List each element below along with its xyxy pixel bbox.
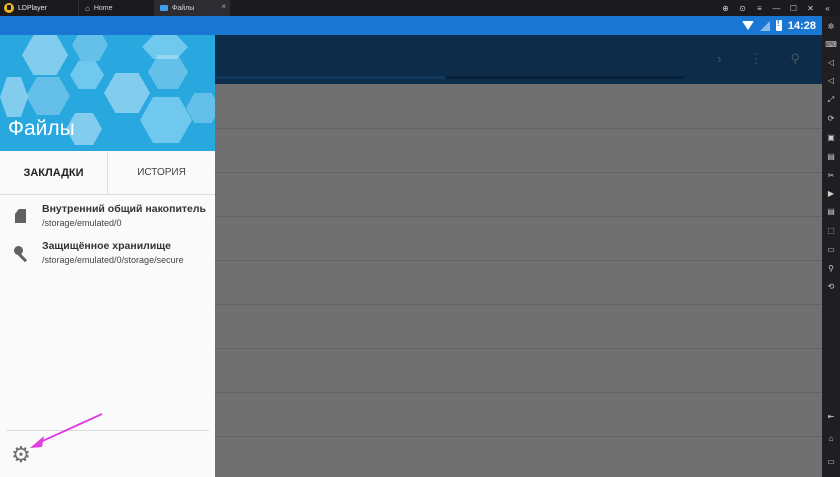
keyboard-icon[interactable]: ⌨ [825,40,837,50]
gamepad-icon[interactable]: ⊕ [717,4,734,13]
navigation-drawer: Файлы ЗАКЛАДКИ ИСТОРИЯ Внутренний общий … [0,35,215,477]
volume-up-icon[interactable]: ◁ [825,58,837,68]
refresh-icon[interactable]: ⟲ [825,282,837,292]
location-icon[interactable]: ⚲ [825,264,837,274]
shake-icon[interactable]: ⬚ [825,226,837,236]
drawer-scrim[interactable] [215,35,822,477]
tab-close-icon[interactable]: × [221,2,226,11]
back-icon[interactable]: ⇤ [825,412,837,422]
battery-alert-icon [775,19,782,31]
drawer-divider [6,430,209,431]
drawer-header: Файлы [0,35,215,151]
screenshot-icon[interactable]: ▣ [825,133,837,143]
no-signal-icon [759,20,770,31]
android-status-bar: 14:28 [0,16,822,35]
gear-icon: ⚙ [11,442,31,467]
drawer-title: Файлы [8,117,75,140]
hexagon-decoration [140,97,192,143]
status-time: 14:28 [787,19,816,32]
emulator-screen: LDPlayer ⌂ Home Файлы × ⊕ ⊙ ≡ — ☐ ✕ « › … [0,0,840,477]
bookmark-title: Защищённое хранилище [42,240,171,252]
hexagon-decoration [72,35,108,61]
settings-icon[interactable]: ✲ [825,22,837,32]
wifi-icon [741,21,754,30]
tab-files[interactable]: Файлы × [154,0,230,16]
emulator-side-toolbar: ✲ ⌨ ◁ ◁ ⤢ ⟳ ▣ ▤ ✂ ▶ ▤ ⬚ ▭ ⚲ ⟲ ⇤ ⌂ ▭ [822,16,840,477]
minimize-icon[interactable]: — [768,4,785,13]
status-icons: 14:28 [741,16,816,35]
drawer-tabs: ЗАКЛАДКИ ИСТОРИЯ [0,151,215,195]
menu-icon[interactable]: ≡ [751,4,768,13]
hexagon-decoration [148,55,188,89]
fullscreen-icon[interactable]: ⤢ [825,95,837,105]
settings-button[interactable]: ⚙ [10,444,32,466]
tab-files-label: Файлы [172,4,195,12]
app-name: LDPlayer [18,4,47,12]
tab-history[interactable]: ИСТОРИЯ [107,151,215,194]
hexagon-decoration [22,35,68,75]
hexagon-decoration [104,73,150,113]
hexagon-decoration [70,61,104,89]
bookmark-internal-storage[interactable]: Внутренний общий накопитель /storage/emu… [0,202,215,238]
account-icon[interactable]: ⊙ [734,4,751,13]
home-icon: ⌂ [85,3,90,13]
scissors-icon[interactable]: ✂ [825,171,837,181]
hexagon-decoration [26,77,70,115]
rotate-icon[interactable]: ⟳ [825,114,837,124]
folder-icon [160,5,168,11]
tab-bookmarks[interactable]: ЗАКЛАДКИ [0,151,107,194]
folder-icon[interactable]: ▭ [825,245,837,255]
home-icon[interactable]: ⌂ [825,434,837,444]
bookmark-path: /storage/emulated/0 [42,218,122,228]
sd-card-icon [14,209,28,223]
app-logo: LDPlayer [0,0,78,16]
emulator-titlebar: LDPlayer ⌂ Home Файлы × ⊕ ⊙ ≡ — ☐ ✕ « [0,0,840,16]
bookmark-title: Внутренний общий накопитель [42,203,207,215]
recent-icon[interactable]: ▭ [825,457,837,467]
collapse-sidebar-icon[interactable]: « [819,4,836,13]
tab-home-label: Home [93,4,113,12]
ldplayer-logo-icon [4,3,14,13]
apk-icon[interactable]: ▤ [825,152,837,162]
maximize-icon[interactable]: ☐ [785,4,802,13]
bookmark-secure-storage[interactable]: Защищённое хранилище /storage/emulated/0… [0,239,215,275]
hexagon-decoration [0,77,28,117]
bookmark-path: /storage/emulated/0/storage/secure [42,255,184,265]
sync-icon[interactable]: ▤ [825,207,837,217]
window-controls: ⊕ ⊙ ≡ — ☐ ✕ « [717,0,836,16]
tab-home[interactable]: ⌂ Home [78,0,148,16]
volume-down-icon[interactable]: ◁ [825,76,837,86]
record-icon[interactable]: ▶ [825,189,837,199]
key-icon [14,246,28,263]
close-icon[interactable]: ✕ [802,4,819,13]
